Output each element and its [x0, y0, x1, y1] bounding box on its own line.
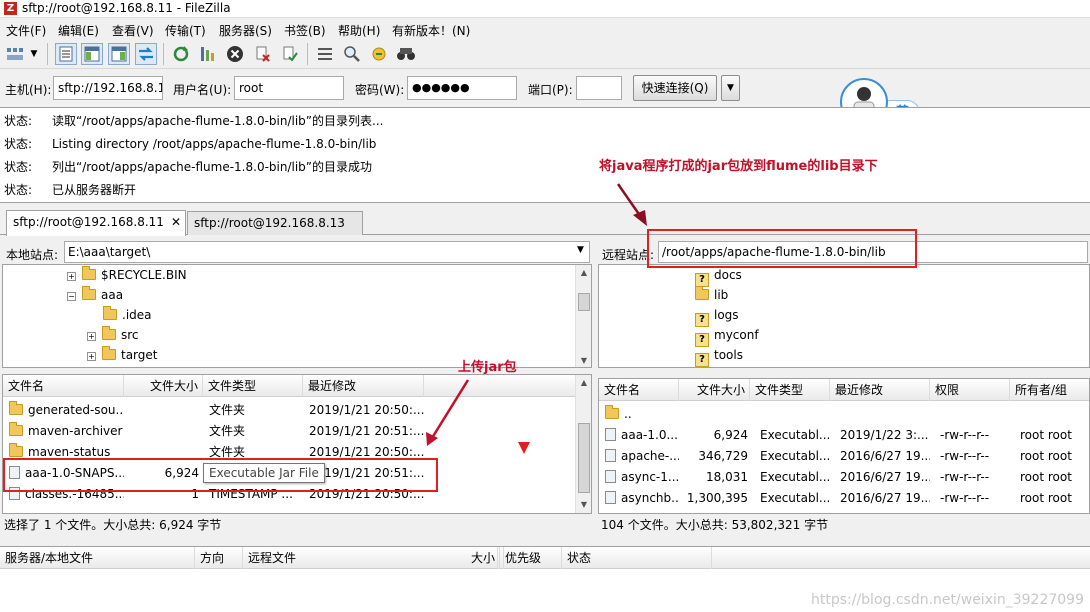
cursor-marker-icon: [518, 442, 530, 454]
upload-annotation-arrow: [426, 379, 470, 446]
annotation-arrows: [426, 183, 647, 454]
remote-annotation-arrow: [616, 183, 647, 226]
